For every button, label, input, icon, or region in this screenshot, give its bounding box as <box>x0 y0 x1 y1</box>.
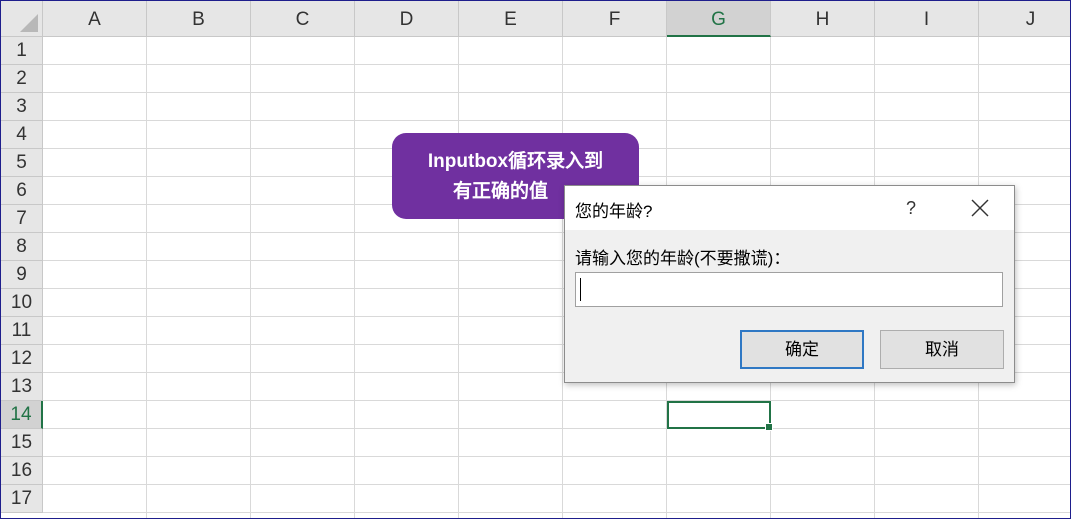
row-header-13[interactable]: 13 <box>1 373 43 401</box>
row-header-15[interactable]: 15 <box>1 429 43 457</box>
age-input[interactable] <box>575 272 1003 307</box>
callout-line-1: Inputbox循环录入到 <box>427 151 604 172</box>
row-header-8[interactable]: 8 <box>1 233 43 261</box>
column-header-i[interactable]: I <box>875 1 979 37</box>
row-header-4[interactable]: 4 <box>1 121 43 149</box>
row-header-5[interactable]: 5 <box>1 149 43 177</box>
inputbox-dialog: 您的年龄? ? 请输入您的年龄(不要撒谎)： 确定 取消 <box>564 185 1015 383</box>
row-header-11[interactable]: 11 <box>1 317 43 345</box>
row-header-17[interactable]: 17 <box>1 485 43 513</box>
active-cell-g14[interactable] <box>667 401 773 431</box>
text-caret <box>580 278 581 301</box>
row-header-9[interactable]: 9 <box>1 261 43 289</box>
column-header-b[interactable]: B <box>147 1 251 37</box>
row-header-6[interactable]: 6 <box>1 177 43 205</box>
row-header-12[interactable]: 12 <box>1 345 43 373</box>
row-header-7[interactable]: 7 <box>1 205 43 233</box>
column-header-j[interactable]: J <box>979 1 1070 37</box>
row-header-16[interactable]: 16 <box>1 457 43 485</box>
row-header-3[interactable]: 3 <box>1 93 43 121</box>
select-all-corner[interactable] <box>1 1 43 37</box>
row-header-14[interactable]: 14 <box>1 401 43 429</box>
column-header-f[interactable]: F <box>563 1 667 37</box>
help-button[interactable]: ? <box>896 194 926 222</box>
dialog-prompt: 请输入您的年龄(不要撒谎)： <box>575 249 791 268</box>
column-header-c[interactable]: C <box>251 1 355 37</box>
cancel-button[interactable]: 取消 <box>880 330 1004 369</box>
row-header-2[interactable]: 2 <box>1 65 43 93</box>
column-header-a[interactable]: A <box>43 1 147 37</box>
column-header-e[interactable]: E <box>459 1 563 37</box>
dialog-title: 您的年龄? <box>575 202 653 221</box>
column-header-g[interactable]: G <box>667 1 771 37</box>
row-header-1[interactable]: 1 <box>1 37 43 65</box>
close-button[interactable] <box>963 194 997 222</box>
close-icon <box>971 199 989 217</box>
column-header-d[interactable]: D <box>355 1 459 37</box>
dialog-titlebar: 您的年龄? ? <box>565 186 1014 230</box>
fill-handle[interactable] <box>765 423 773 431</box>
row-header-10[interactable]: 10 <box>1 289 43 317</box>
excel-window: ABCDEFGHIJ 1 2 3 4 5 6 7 8 9 10 11 12 13 14 15 16 17 Inp… <box>0 0 1071 519</box>
column-header-h[interactable]: H <box>771 1 875 37</box>
ok-button[interactable]: 确定 <box>740 330 864 369</box>
